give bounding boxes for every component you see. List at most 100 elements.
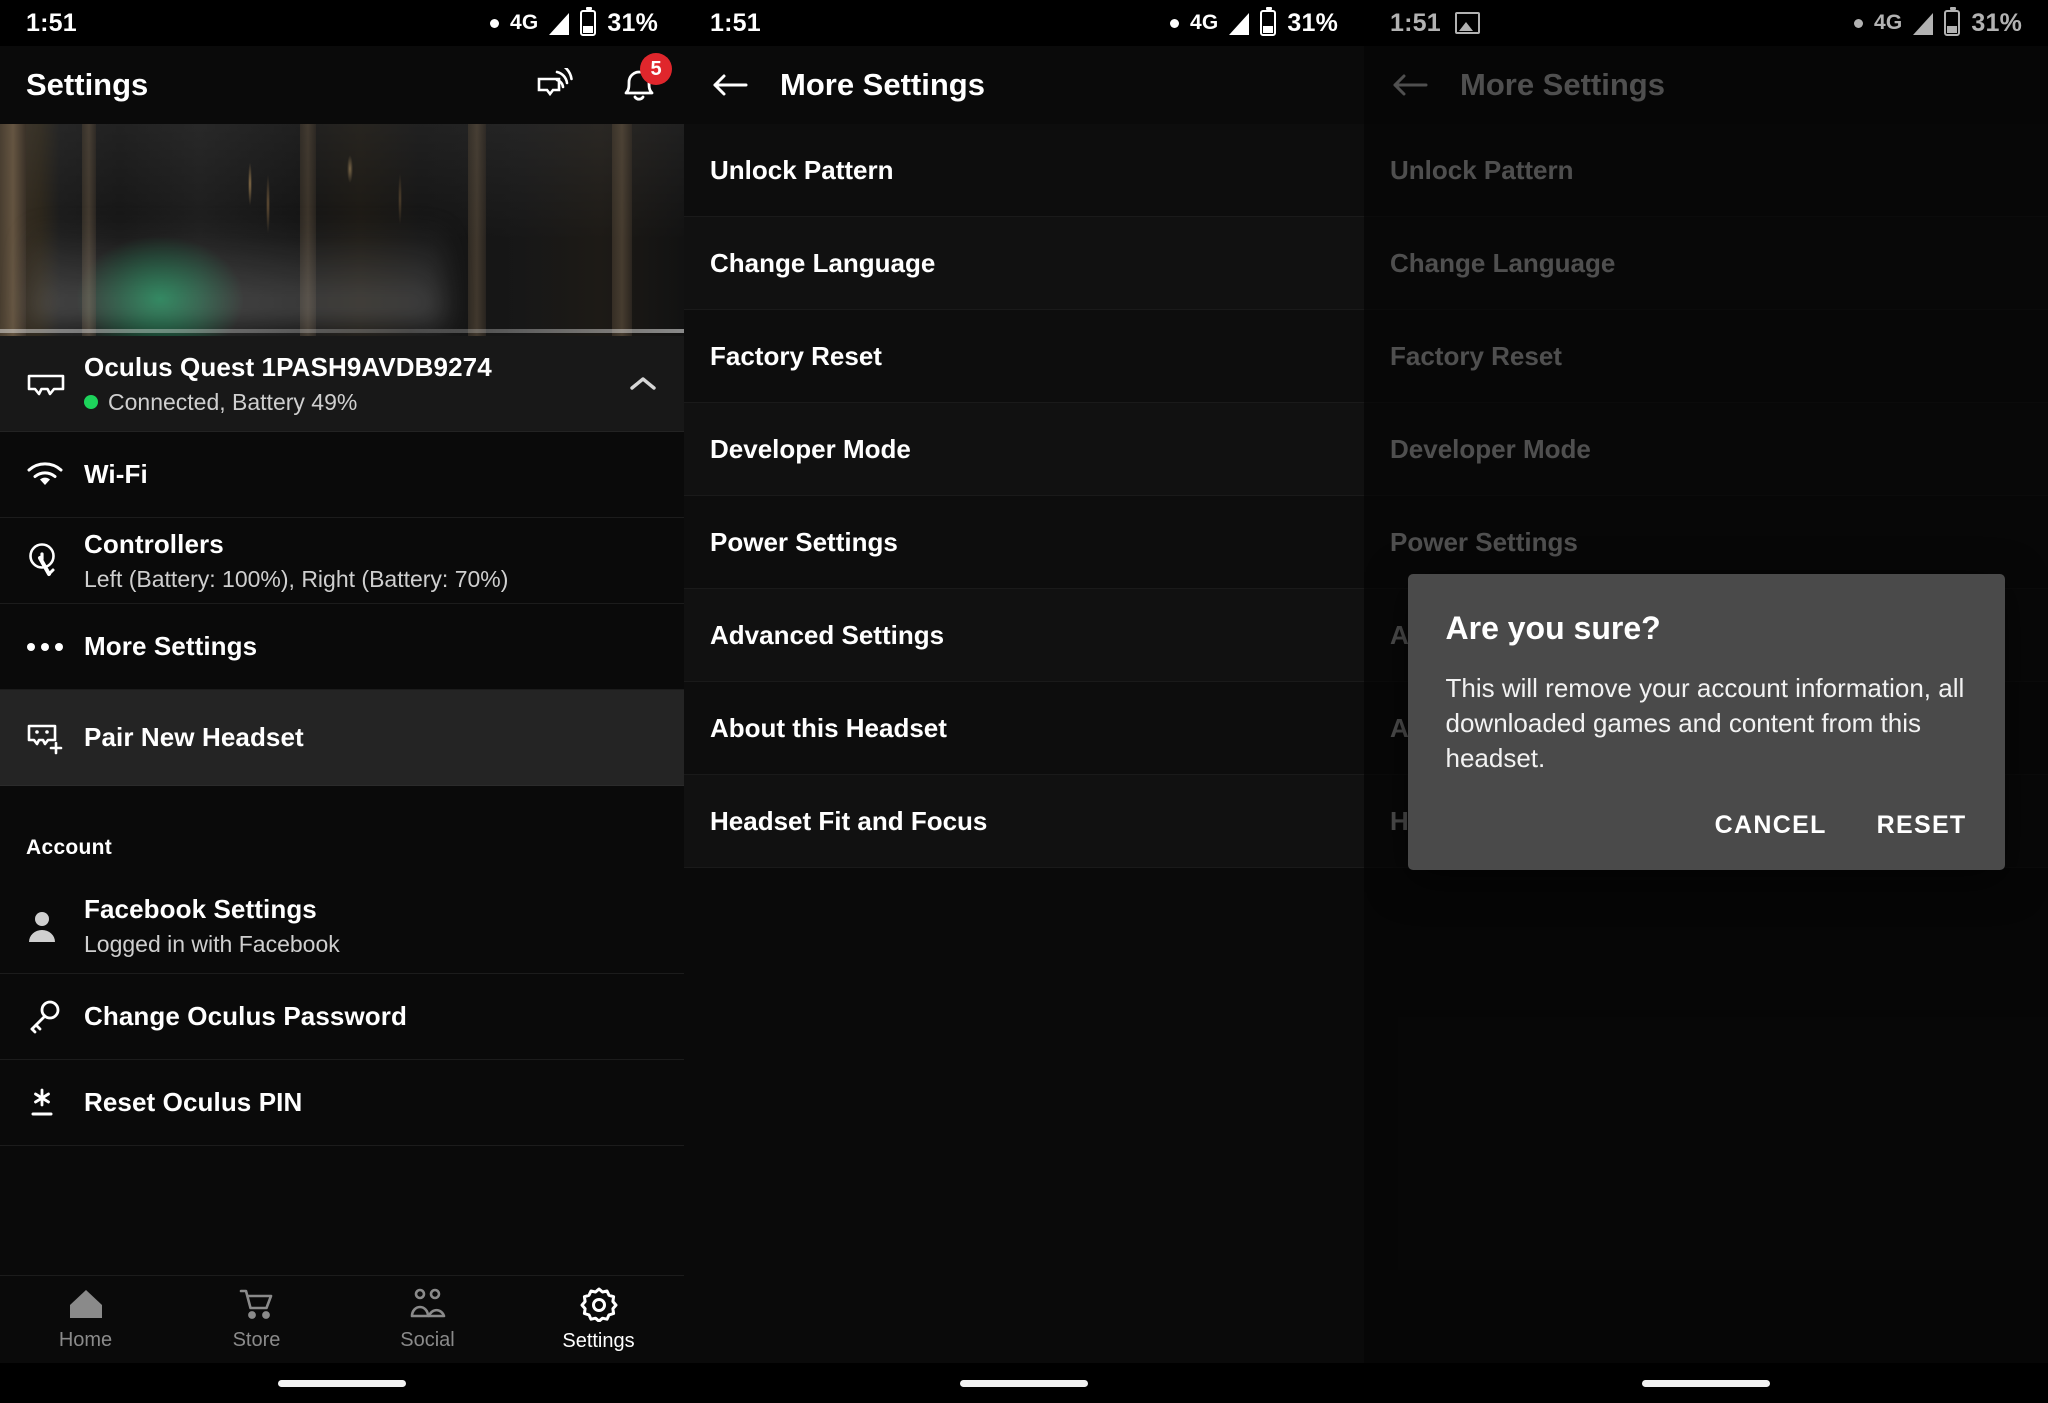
- recording-dot-icon: [1854, 19, 1863, 28]
- row-label: Facebook Settings: [84, 894, 658, 925]
- panel-factory-reset-dialog: 1:51 4G 31% More Settings: [1364, 0, 2048, 1403]
- menu-item-developer-mode: Developer Mode: [1364, 403, 2048, 496]
- status-bar-time: 1:51: [1390, 9, 1441, 38]
- network-type-label: 4G: [510, 11, 538, 35]
- dialog-actions: CANCEL RESET: [1446, 811, 1967, 846]
- back-arrow-icon[interactable]: [710, 70, 750, 100]
- app-bar-more-settings: More Settings: [1364, 46, 2048, 124]
- factory-reset-confirm-dialog: Are you sure? This will remove your acco…: [1408, 574, 2005, 870]
- battery-percent-label: 31%: [1287, 9, 1338, 38]
- home-indicator-bar[interactable]: [1642, 1380, 1770, 1387]
- settings-row-change-password[interactable]: Change Oculus Password: [0, 974, 684, 1060]
- row-sublabel: Logged in with Facebook: [84, 931, 658, 958]
- key-icon: [26, 999, 84, 1035]
- signal-bars-icon: [1229, 13, 1249, 35]
- battery-icon: [580, 10, 596, 36]
- status-bar: 1:51 4G 31%: [0, 0, 684, 46]
- asterisk-icon: [26, 1086, 84, 1120]
- menu-item-unlock-pattern[interactable]: Unlock Pattern: [684, 124, 1364, 217]
- menu-item-factory-reset: Factory Reset: [1364, 310, 2048, 403]
- row-label: Reset Oculus PIN: [84, 1087, 658, 1118]
- nav-item-social[interactable]: Social: [342, 1287, 513, 1352]
- nav-item-settings[interactable]: Settings: [513, 1286, 684, 1353]
- notification-bell-icon[interactable]: 5: [620, 65, 658, 105]
- home-icon: [67, 1287, 105, 1321]
- home-indicator: [1364, 1363, 2048, 1403]
- network-type-label: 4G: [1874, 11, 1902, 35]
- menu-item-headset-fit-focus[interactable]: Headset Fit and Focus: [684, 775, 1364, 868]
- back-arrow-icon[interactable]: [1390, 70, 1430, 100]
- headset-icon: [26, 370, 84, 398]
- confirm-dialog-wrapper: Are you sure? This will remove your acco…: [1364, 574, 2048, 870]
- settings-row-controllers[interactable]: Controllers Left (Battery: 100%), Right …: [0, 518, 684, 604]
- battery-percent-label: 31%: [607, 9, 658, 38]
- dialog-message: This will remove your account informatio…: [1446, 671, 1967, 775]
- controller-icon: [26, 542, 84, 580]
- status-bar-time: 1:51: [710, 9, 761, 38]
- cancel-button[interactable]: CANCEL: [1715, 811, 1827, 840]
- menu-item-unlock-pattern: Unlock Pattern: [1364, 124, 2048, 217]
- people-icon: [407, 1287, 449, 1321]
- nav-item-home[interactable]: Home: [0, 1287, 171, 1352]
- recording-dot-icon: [490, 19, 499, 28]
- network-type-label: 4G: [1190, 11, 1218, 35]
- panel-more-settings: 1:51 4G 31% More Settings Unlock Pattern…: [684, 0, 1364, 1403]
- page-title: More Settings: [1460, 67, 1665, 103]
- nav-label: Settings: [562, 1330, 634, 1353]
- reset-button[interactable]: RESET: [1877, 811, 1967, 840]
- menu-item-developer-mode[interactable]: Developer Mode: [684, 403, 1364, 496]
- nav-label: Social: [400, 1329, 454, 1352]
- dialog-title: Are you sure?: [1446, 610, 1967, 647]
- row-label: Change Oculus Password: [84, 1001, 658, 1032]
- cart-icon: [238, 1287, 276, 1321]
- more-settings-menu-list: Unlock Pattern Change Language Factory R…: [684, 124, 1364, 868]
- settings-row-facebook-settings[interactable]: Facebook Settings Logged in with Faceboo…: [0, 878, 684, 974]
- signal-bars-icon: [549, 13, 569, 35]
- status-bar: 1:51 4G 31%: [1364, 0, 2048, 46]
- row-label: More Settings: [84, 631, 658, 662]
- home-indicator: [684, 1363, 1364, 1403]
- panel-settings-home: 1:51 4G 31% Settings: [0, 0, 684, 1403]
- status-bar-time: 1:51: [26, 9, 77, 38]
- home-indicator-bar[interactable]: [960, 1380, 1088, 1387]
- nav-item-store[interactable]: Store: [171, 1287, 342, 1352]
- settings-row-pair-new-headset[interactable]: Pair New Headset: [0, 690, 684, 786]
- settings-row-more-settings[interactable]: More Settings: [0, 604, 684, 690]
- bottom-navigation-bar: Home Store Social: [0, 1275, 684, 1363]
- settings-row-reset-pin[interactable]: Reset Oculus PIN: [0, 1060, 684, 1146]
- menu-item-power-settings[interactable]: Power Settings: [684, 496, 1364, 589]
- device-name: Oculus Quest 1PASH9AVDB9274: [84, 352, 628, 383]
- notification-badge-count: 5: [640, 53, 672, 85]
- nav-label: Home: [59, 1329, 112, 1352]
- menu-item-change-language: Change Language: [1364, 217, 2048, 310]
- cast-headset-icon[interactable]: [536, 68, 578, 102]
- row-label: Controllers: [84, 529, 658, 560]
- menu-item-about-this-headset[interactable]: About this Headset: [684, 682, 1364, 775]
- connected-device-row[interactable]: Oculus Quest 1PASH9AVDB9274 Connected, B…: [0, 336, 684, 432]
- vr-environment-preview-image: [0, 124, 684, 336]
- ellipsis-icon: [26, 641, 84, 653]
- row-label: Wi-Fi: [84, 459, 658, 490]
- device-status-text: Connected, Battery 49%: [108, 389, 357, 416]
- recording-dot-icon: [1170, 19, 1179, 28]
- three-panel-screenshot: 1:51 4G 31% Settings: [0, 0, 2048, 1403]
- row-label: Pair New Headset: [84, 722, 658, 753]
- home-indicator: [0, 1363, 684, 1403]
- person-icon: [26, 909, 84, 943]
- battery-icon: [1260, 10, 1276, 36]
- signal-bars-icon: [1913, 13, 1933, 35]
- battery-icon: [1944, 10, 1960, 36]
- menu-item-change-language[interactable]: Change Language: [684, 217, 1364, 310]
- chevron-up-icon[interactable]: [628, 374, 658, 394]
- account-section-header: Account: [0, 828, 684, 878]
- app-bar-more-settings: More Settings: [684, 46, 1364, 124]
- pair-headset-icon: [26, 721, 84, 755]
- home-indicator-bar[interactable]: [278, 1380, 406, 1387]
- menu-item-advanced-settings[interactable]: Advanced Settings: [684, 589, 1364, 682]
- gear-icon: [580, 1286, 618, 1322]
- settings-row-wifi[interactable]: Wi-Fi: [0, 432, 684, 518]
- app-bar-settings: Settings 5: [0, 46, 684, 124]
- battery-percent-label: 31%: [1971, 9, 2022, 38]
- connected-status-dot: [84, 395, 98, 409]
- menu-item-factory-reset[interactable]: Factory Reset: [684, 310, 1364, 403]
